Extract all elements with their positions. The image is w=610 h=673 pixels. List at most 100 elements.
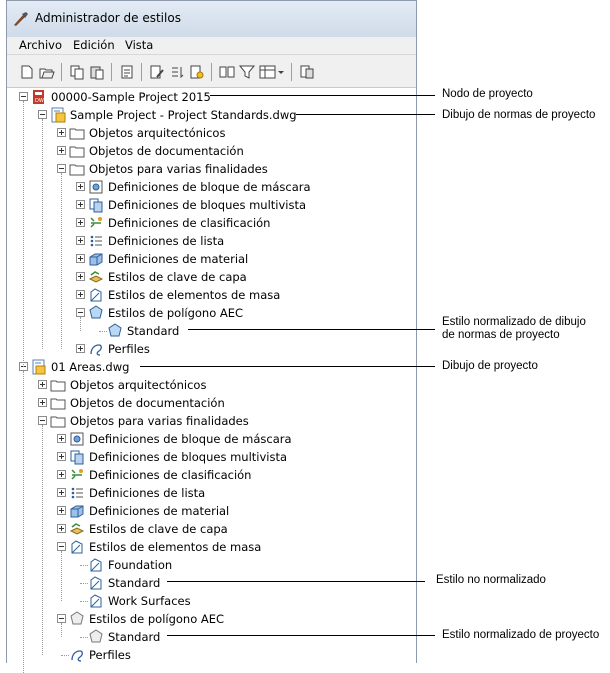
tree-node-architectural[interactable]: Objetos arquitectónicos bbox=[7, 124, 416, 142]
tree-node-standard-normalized[interactable]: Standard bbox=[7, 322, 416, 340]
tree-node-aec-polygon[interactable]: Estilos de polígono AEC bbox=[7, 610, 416, 628]
menu-vista[interactable]: Vista bbox=[125, 38, 153, 52]
tree-node-standard-project[interactable]: Standard bbox=[7, 628, 416, 646]
tree-node-layer-keys[interactable]: Estilos de clave de capa bbox=[7, 268, 416, 286]
tree-node-label: Objetos para varias finalidades bbox=[89, 162, 268, 176]
polygon-blue-icon bbox=[89, 305, 103, 319]
collapse-icon[interactable] bbox=[57, 164, 66, 173]
tree-node-label: Standard bbox=[127, 324, 180, 338]
tree-node-lists[interactable]: Definiciones de lista bbox=[7, 484, 416, 502]
expand-icon[interactable] bbox=[57, 128, 66, 137]
tree-node-label: Definiciones de bloques multivista bbox=[89, 450, 288, 464]
tree-node-areas-dwg[interactable]: 01 Areas.dwg bbox=[7, 358, 416, 376]
expand-icon[interactable] bbox=[76, 272, 85, 281]
edit-icon[interactable] bbox=[149, 64, 165, 80]
expand-icon[interactable] bbox=[57, 146, 66, 155]
tree-node-classifications[interactable]: Definiciones de clasificación bbox=[7, 466, 416, 484]
tree-node-materials[interactable]: Definiciones de material bbox=[7, 502, 416, 520]
expand-icon[interactable] bbox=[57, 470, 66, 479]
tree-node-label: Definiciones de lista bbox=[108, 234, 225, 248]
expand-icon[interactable] bbox=[57, 524, 66, 533]
expand-icon[interactable] bbox=[76, 200, 85, 209]
tree-node-foundation[interactable]: Foundation bbox=[7, 556, 416, 574]
tree-node-mass-elements[interactable]: Estilos de elementos de masa bbox=[7, 538, 416, 556]
light-icon[interactable] bbox=[189, 64, 205, 80]
mass-icon bbox=[90, 288, 102, 302]
collapse-icon[interactable] bbox=[76, 308, 85, 317]
tree-node-mask-blocks[interactable]: Definiciones de bloque de máscara bbox=[7, 178, 416, 196]
material-icon bbox=[70, 505, 84, 518]
collapse-icon[interactable] bbox=[38, 416, 47, 425]
expand-icon[interactable] bbox=[76, 182, 85, 191]
collapse-icon[interactable] bbox=[19, 92, 28, 101]
menu-edicion[interactable]: Edición bbox=[73, 38, 115, 52]
style-manager-window: Administrador de estilos Archivo Edición… bbox=[6, 0, 417, 673]
tree-node-work-surfaces[interactable]: Work Surfaces bbox=[7, 592, 416, 610]
expand-icon[interactable] bbox=[76, 254, 85, 263]
tree-node-label: Estilos de clave de capa bbox=[89, 522, 228, 536]
mass-icon bbox=[90, 576, 102, 590]
tree-node-label: Definiciones de material bbox=[89, 504, 230, 518]
sort-icon[interactable] bbox=[169, 64, 185, 80]
collapse-icon[interactable] bbox=[57, 542, 66, 551]
collapse-icon[interactable] bbox=[57, 614, 66, 623]
tree-node-profiles[interactable]: Perfiles bbox=[7, 646, 416, 664]
folder-icon bbox=[50, 398, 66, 410]
tree-node-multipurpose[interactable]: Objetos para varias finalidades bbox=[7, 412, 416, 430]
tree-node-multiview-blocks[interactable]: Definiciones de bloques multivista bbox=[7, 448, 416, 466]
tree-node-mass-elements[interactable]: Estilos de elementos de masa bbox=[7, 286, 416, 304]
compare-icon[interactable] bbox=[219, 64, 235, 80]
classif-icon bbox=[90, 217, 102, 228]
expand-icon[interactable] bbox=[38, 380, 47, 389]
toolbar bbox=[7, 55, 416, 88]
tree-node-label: Definiciones de bloques multivista bbox=[108, 198, 307, 212]
tree-node-profiles[interactable]: Perfiles bbox=[7, 340, 416, 358]
tree-node-documentation[interactable]: Objetos de documentación bbox=[7, 394, 416, 412]
tree-node-layer-keys[interactable]: Estilos de clave de capa bbox=[7, 520, 416, 538]
list-icon bbox=[90, 235, 102, 247]
tree-node-multipurpose[interactable]: Objetos para varias finalidades bbox=[7, 160, 416, 178]
expand-icon[interactable] bbox=[38, 398, 47, 407]
tree-node-mask-blocks[interactable]: Definiciones de bloque de máscara bbox=[7, 430, 416, 448]
tree-node-standard-not-normalized[interactable]: Standard bbox=[7, 574, 416, 592]
tree-node-project[interactable]: DWG 00000-Sample Project 2015 bbox=[7, 88, 416, 106]
tree-node-label: Objetos para varias finalidades bbox=[70, 414, 249, 428]
folder-icon bbox=[50, 380, 66, 392]
app-icon bbox=[14, 12, 28, 26]
tree-node-lists[interactable]: Definiciones de lista bbox=[7, 232, 416, 250]
tree-node-classifications[interactable]: Definiciones de clasificación bbox=[7, 214, 416, 232]
tree-node-standards-dwg[interactable]: Sample Project - Project Standards.dwg bbox=[7, 106, 416, 124]
tree-node-label: 01 Areas.dwg bbox=[51, 360, 130, 374]
expand-icon[interactable] bbox=[57, 506, 66, 515]
purge-icon[interactable] bbox=[119, 64, 135, 80]
collapse-icon[interactable] bbox=[38, 110, 47, 119]
copy-icon[interactable] bbox=[69, 64, 85, 80]
tree-node-documentation[interactable]: Objetos de documentación bbox=[7, 142, 416, 160]
filter-icon[interactable] bbox=[239, 64, 255, 80]
open-icon[interactable] bbox=[39, 64, 55, 80]
expand-icon[interactable] bbox=[57, 434, 66, 443]
tree-node-label: Work Surfaces bbox=[108, 594, 191, 608]
view-icon[interactable] bbox=[259, 64, 285, 80]
multiview-icon bbox=[89, 198, 103, 213]
tree-node-materials[interactable]: Definiciones de material bbox=[7, 250, 416, 268]
expand-icon[interactable] bbox=[57, 488, 66, 497]
paste-icon[interactable] bbox=[89, 64, 105, 80]
new-icon[interactable] bbox=[19, 64, 35, 80]
material-icon bbox=[89, 253, 103, 266]
callout-line bbox=[210, 95, 435, 96]
expand-icon[interactable] bbox=[76, 344, 85, 353]
settings-icon[interactable] bbox=[299, 64, 315, 80]
tree-node-architectural[interactable]: Objetos arquitectónicos bbox=[7, 376, 416, 394]
expand-icon[interactable] bbox=[76, 236, 85, 245]
expand-icon[interactable] bbox=[76, 218, 85, 227]
tree-node-label: Objetos de documentación bbox=[89, 144, 244, 158]
tree-node-multiview-blocks[interactable]: Definiciones de bloques multivista bbox=[7, 196, 416, 214]
tree-node-label: Definiciones de material bbox=[108, 252, 249, 266]
tree-node-label: 00000-Sample Project 2015 bbox=[51, 90, 211, 104]
expand-icon[interactable] bbox=[76, 290, 85, 299]
project-icon: DWG bbox=[33, 90, 47, 104]
tree-node-aec-polygon[interactable]: Estilos de polígono AEC bbox=[7, 304, 416, 322]
expand-icon[interactable] bbox=[57, 452, 66, 461]
menu-archivo[interactable]: Archivo bbox=[19, 38, 62, 52]
